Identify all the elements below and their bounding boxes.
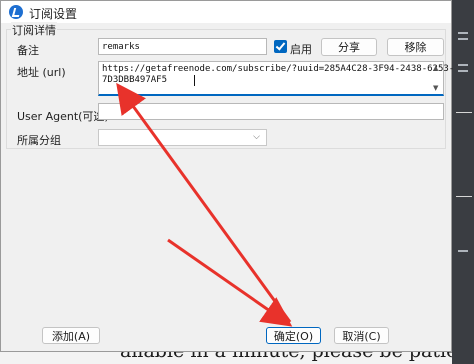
remove-button[interactable]: 移除 [387,38,444,56]
background-panel [452,0,474,364]
group-select-label: 所属分组 [17,134,61,147]
chevron-down-icon[interactable]: ⌵ [253,132,260,142]
group-select[interactable]: ⌵ [98,129,267,146]
checkmark-icon[interactable] [274,40,287,53]
url-line-1: https://getafreenode.com/subscribe/?uuid… [102,64,455,74]
remark-label: 备注 [17,44,39,57]
title-bar: 订阅设置 [1,1,451,23]
url-scrollbar[interactable]: ▲ ▼ [431,63,443,94]
url-textarea[interactable]: https://getafreenode.com/subscribe/?uuid… [98,61,454,96]
enable-label: 启用 [290,43,312,56]
scroll-down-icon[interactable]: ▼ [433,84,438,92]
add-button[interactable]: 添加(A) [42,327,100,344]
remark-input[interactable]: remarks [98,38,267,55]
group-legend: 订阅详情 [11,22,57,38]
remark-value: remarks [102,42,140,52]
subscription-dialog: 订阅设置 订阅详情 备注 remarks 启用 分享 移除 地址 (url) h… [0,0,454,352]
text-cursor [194,75,195,86]
share-button[interactable]: 分享 [321,38,377,56]
cancel-button[interactable]: 取消(C) [334,327,389,344]
scroll-up-icon[interactable]: ▲ [433,64,438,72]
user-agent-label: User Agent(可选) [17,110,109,123]
url-line-2: 7D3DBB497AF5 [102,75,168,85]
app-logo-icon [9,5,23,19]
url-label: 地址 (url) [17,66,66,79]
window-title: 订阅设置 [29,7,78,21]
ok-button[interactable]: 确定(O) [266,327,321,344]
user-agent-input[interactable] [98,103,444,120]
